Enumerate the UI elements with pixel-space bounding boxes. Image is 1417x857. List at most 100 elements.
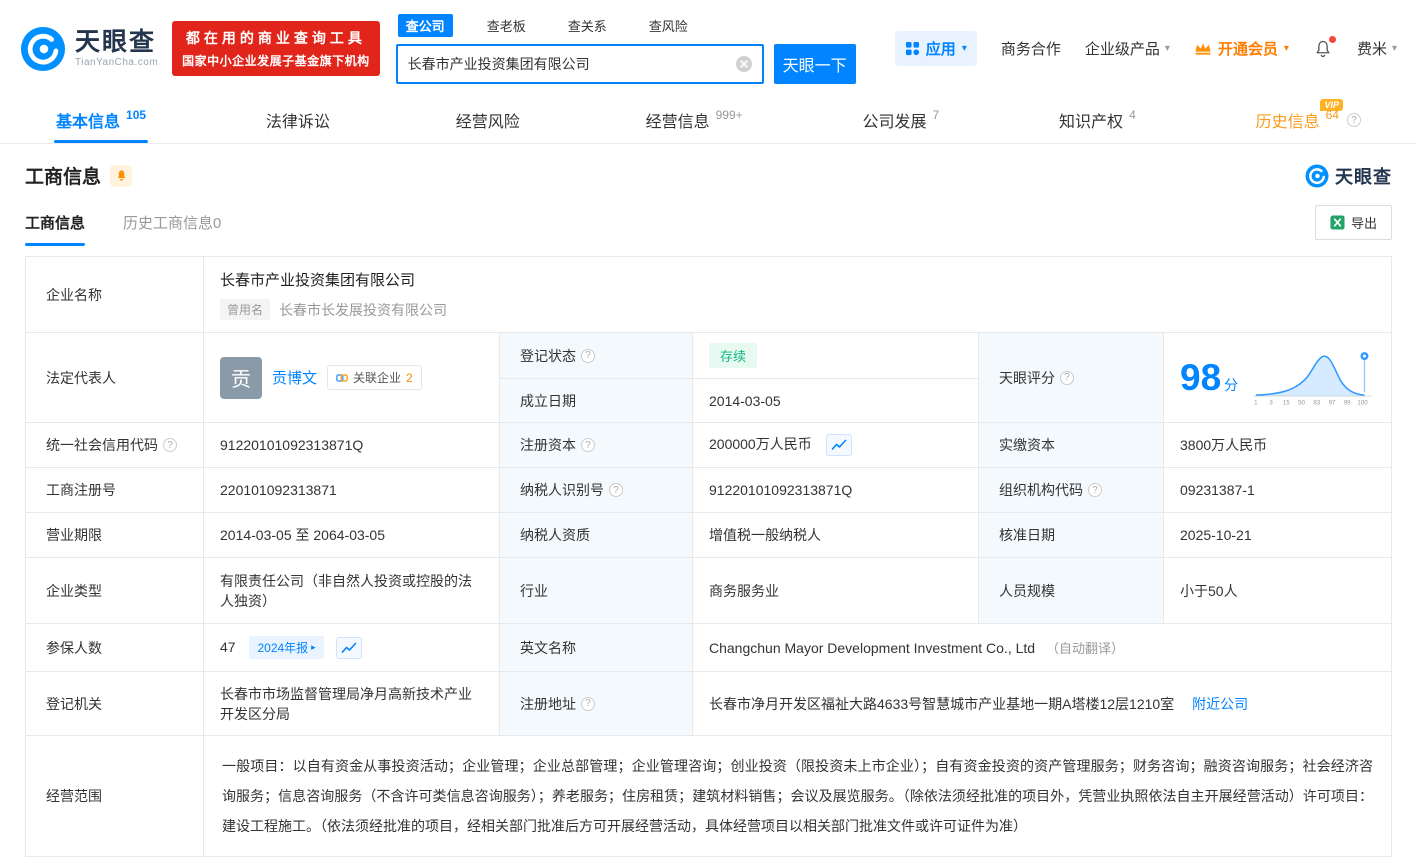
table-row-company-type: 企业类型 有限责任公司（非自然人投资或控股的法人独资） 行业 商务服务业 人员规… — [26, 558, 1392, 624]
field-label-english-name: 英文名称 — [500, 624, 693, 672]
help-icon[interactable]: ? — [1088, 483, 1102, 497]
open-vip-menu[interactable]: 开通会员 ▾ — [1194, 38, 1289, 59]
business-scope-text: 一般项目：以自有资金从事投资活动；企业管理；企业总部管理；企业管理咨询；创业投资… — [222, 751, 1373, 841]
score-wrap: 98 分 1 3 15 50 83 — [1180, 347, 1375, 409]
related-companies-pill[interactable]: 关联企业 2 — [327, 365, 422, 390]
related-companies-icon — [336, 372, 348, 384]
nav-tab-label: 公司发展 — [863, 108, 927, 132]
nav-tab-operation-info[interactable]: 经营信息 999+ — [646, 97, 743, 143]
field-label-taxpayer-quality: 纳税人资质 — [500, 513, 693, 558]
avatar[interactable]: 贡 — [220, 357, 262, 399]
field-label-reg-capital: 注册资本? — [500, 423, 693, 468]
field-value-business-scope: 一般项目：以自有资金从事投资活动；企业管理；企业总部管理；企业管理咨询；创业投资… — [204, 736, 1392, 857]
field-value-reg-status: 存续 — [693, 333, 979, 379]
search-row: 天眼一下 — [396, 44, 856, 84]
field-value-company-name: 长春市产业投资集团有限公司 曾用名 长春市长发展投资有限公司 — [204, 257, 1392, 333]
search-tab-boss[interactable]: 查老板 — [479, 14, 534, 37]
nav-tab-label: 历史信息 — [1256, 108, 1320, 132]
search-tab-company[interactable]: 查公司 — [398, 14, 453, 37]
promo-banner: 都在用的商业查询工具 国家中小企业发展子基金旗下机构 — [172, 21, 380, 76]
score-distribution-chart: 1 3 15 50 83 97 99 100 — [1252, 347, 1374, 409]
status-badge: 存续 — [709, 343, 757, 368]
search-tabs: 查公司 查老板 查关系 查风险 — [398, 14, 856, 37]
help-icon[interactable]: ? — [581, 438, 595, 452]
help-icon[interactable]: ? — [1347, 113, 1361, 127]
field-value-reg-capital: 200000万人民币 — [693, 423, 979, 468]
field-label-paid-capital: 实缴资本 — [979, 423, 1164, 468]
apps-menu[interactable]: 应用 ▾ — [895, 31, 977, 66]
search-box — [396, 44, 764, 84]
table-row-reg-authority: 登记机关 长春市市场监督管理局净月高新技术产业开发区分局 注册地址? 长春市净月… — [26, 672, 1392, 736]
field-label-org-code: 组织机构代码? — [979, 468, 1164, 513]
nav-tab-legal[interactable]: 法律诉讼 — [266, 97, 336, 143]
section-watermark-logo: 天眼查 — [1305, 163, 1392, 189]
field-value-credit-code: 91220101092313871Q — [204, 423, 500, 468]
field-label-approval-date: 核准日期 — [979, 513, 1164, 558]
username-label: 费米 — [1357, 38, 1387, 59]
capital-trend-chart-icon[interactable] — [826, 434, 852, 456]
search-input[interactable] — [398, 46, 762, 82]
tianyancha-logo-icon — [1305, 164, 1329, 188]
nav-tab-count: 64 — [1326, 108, 1339, 122]
insured-count: 47 — [220, 639, 236, 655]
field-label-credit-code: 统一社会信用代码? — [26, 423, 204, 468]
nav-tab-label: 基本信息 — [56, 108, 120, 132]
nearby-companies-link[interactable]: 附近公司 — [1192, 696, 1248, 712]
svg-text:97: 97 — [1329, 399, 1336, 406]
former-name-tag: 曾用名 — [220, 299, 270, 320]
reg-address: 长春市净月开发区福祉大路4633号智慧城市产业基地一期A塔楼12层1210室 — [709, 696, 1174, 712]
former-name-line: 曾用名 长春市长发展投资有限公司 — [220, 299, 1375, 320]
banner-line-1: 都在用的商业查询工具 — [182, 28, 370, 48]
business-cooperation-link[interactable]: 商务合作 — [1001, 38, 1061, 59]
nav-tab-basic-info[interactable]: 基本信息 105 — [56, 97, 146, 143]
help-icon[interactable]: ? — [1060, 371, 1074, 385]
help-icon[interactable]: ? — [163, 438, 177, 452]
field-label-taxpayer-id: 纳税人识别号? — [500, 468, 693, 513]
field-value-establish-date: 2014-03-05 — [693, 379, 979, 423]
chevron-down-icon: ▾ — [1392, 43, 1397, 54]
business-info-table: 企业名称 长春市产业投资集团有限公司 曾用名 长春市长发展投资有限公司 法定代表… — [25, 256, 1392, 857]
help-icon[interactable]: ? — [581, 349, 595, 363]
help-icon[interactable]: ? — [609, 483, 623, 497]
logo-text: 天眼查 TianYanCha.com — [75, 29, 158, 68]
table-row-credit-code: 统一社会信用代码? 91220101092313871Q 注册资本? 20000… — [26, 423, 1392, 468]
field-value-org-code: 09231387-1 — [1164, 468, 1392, 513]
nav-tab-company-development[interactable]: 公司发展 7 — [863, 97, 940, 143]
subtabs-row: 工商信息 历史工商信息0 导出 — [0, 189, 1417, 246]
auto-translate-note: （自动翻译） — [1046, 641, 1124, 656]
svg-text:83: 83 — [1314, 399, 1321, 406]
company-detail-nav: 基本信息 105 法律诉讼 经营风险 经营信息 999+ 公司发展 7 知识产权… — [0, 97, 1417, 144]
field-label-industry: 行业 — [500, 558, 693, 624]
export-button[interactable]: 导出 — [1315, 205, 1392, 240]
search-button[interactable]: 天眼一下 — [774, 44, 856, 84]
company-name: 长春市产业投资集团有限公司 — [220, 269, 1375, 290]
crown-icon — [1194, 42, 1212, 56]
nav-tab-intellectual-property[interactable]: 知识产权 4 — [1059, 97, 1136, 143]
subscribe-bell-button[interactable] — [110, 165, 132, 187]
notification-bell[interactable] — [1313, 39, 1333, 59]
field-value-taxpayer-id: 91220101092313871Q — [693, 468, 979, 513]
field-label-reg-status: 登记状态? — [500, 333, 693, 379]
annual-report-badge[interactable]: 2024年报▸ — [249, 636, 323, 659]
section-title: 工商信息 — [25, 162, 101, 189]
field-value-approval-date: 2025-10-21 — [1164, 513, 1392, 558]
search-tab-relation[interactable]: 查关系 — [560, 14, 615, 37]
app-grid-icon — [905, 41, 920, 56]
field-value-industry: 商务服务业 — [693, 558, 979, 624]
field-label-company-type: 企业类型 — [26, 558, 204, 624]
clear-icon[interactable] — [735, 55, 753, 73]
enterprise-products-menu[interactable]: 企业级产品 ▾ — [1085, 38, 1170, 59]
help-icon[interactable]: ? — [581, 697, 595, 711]
field-label-business-scope: 经营范围 — [26, 736, 204, 857]
subtab-history-business-info[interactable]: 历史工商信息0 — [123, 212, 221, 246]
user-menu[interactable]: 费米 ▾ — [1357, 38, 1397, 59]
search-tab-risk[interactable]: 查风险 — [641, 14, 696, 37]
legal-rep-link[interactable]: 贡博文 — [272, 367, 317, 388]
insured-trend-chart-icon[interactable] — [336, 637, 362, 659]
score-value: 98 — [1180, 359, 1221, 396]
table-row-legal-rep: 法定代表人 贡 贡博文 关联企业 2 登记状态? — [26, 333, 1392, 379]
nav-tab-operation-risk[interactable]: 经营风险 — [456, 97, 526, 143]
brand-logo[interactable]: 天眼查 TianYanCha.com — [20, 26, 158, 72]
subtab-business-info[interactable]: 工商信息 — [25, 212, 85, 246]
nav-tab-history-info[interactable]: VIP 历史信息 64 ? — [1256, 97, 1361, 143]
